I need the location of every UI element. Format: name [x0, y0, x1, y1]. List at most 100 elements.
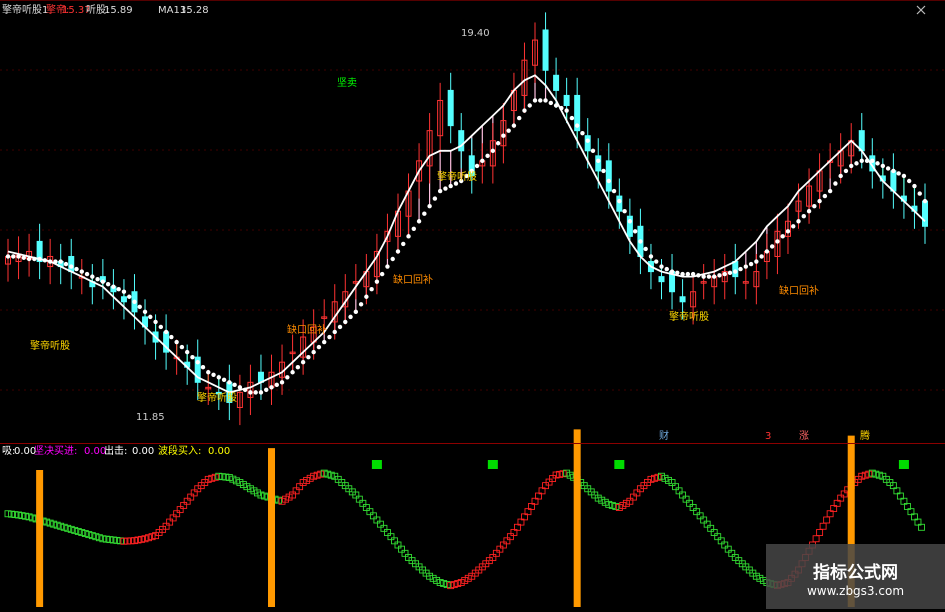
dotted-line-point: [617, 198, 622, 204]
dotted-line-point: [643, 246, 648, 252]
oscillator-step: [496, 545, 504, 553]
dotted-line-point: [733, 269, 738, 274]
dotted-line-point: [116, 287, 121, 292]
oscillator-step: [549, 475, 557, 482]
oscillator-step: [566, 471, 574, 479]
dotted-line-point: [701, 274, 706, 279]
dotted-line-point: [791, 224, 796, 229]
dotted-line-point: [158, 324, 164, 330]
oscillator-step: [239, 481, 247, 489]
candle-body: [584, 135, 591, 152]
oscillator-step: [816, 529, 824, 536]
oscillator-step: [289, 491, 297, 499]
dotted-line-point: [416, 219, 422, 224]
sub-value: 0.00: [208, 446, 231, 457]
dotted-line-point: [427, 203, 432, 209]
sub-value: 0.00: [84, 446, 107, 457]
dotted-line-point: [638, 239, 643, 244]
marker-label: 涨: [799, 431, 809, 442]
signal-square: [614, 460, 625, 469]
dotted-line-point: [838, 173, 843, 179]
dotted-line-point: [353, 309, 359, 315]
dotted-line-point: [37, 256, 42, 262]
dotted-line-point: [279, 380, 285, 385]
oscillator-step: [506, 533, 514, 541]
dotted-line-point: [748, 261, 754, 267]
dotted-line-point: [854, 161, 859, 166]
dotted-line-point: [812, 203, 817, 209]
dotted-line-point: [922, 198, 928, 204]
dotted-line-point: [511, 123, 517, 128]
dotted-line-point: [179, 344, 185, 350]
dotted-line-point: [775, 239, 780, 244]
dotted-line-point: [627, 219, 633, 224]
oscillator-step: [169, 514, 177, 522]
dotted-line-point: [501, 133, 506, 138]
dotted-line-point: [564, 108, 569, 113]
oscillator-step: [173, 510, 181, 518]
dotted-line-point: [696, 273, 701, 278]
dotted-line-point: [237, 385, 243, 390]
oscillator-step: [717, 537, 725, 545]
oscillator-step: [218, 473, 226, 481]
dotted-line-point: [174, 339, 179, 345]
oscillator-step: [127, 537, 135, 545]
oscillator-step: [714, 533, 722, 541]
candle-body: [922, 200, 928, 227]
dotted-line-point: [385, 264, 390, 269]
oscillator-step: [503, 537, 511, 545]
dotted-line-point: [685, 271, 691, 277]
dotted-line-point: [348, 314, 353, 320]
oscillator-step: [626, 497, 634, 505]
oscillator-step: [11, 511, 19, 519]
dotted-line-point: [406, 234, 411, 239]
dotted-line-point: [580, 130, 585, 136]
dotted-line-point: [675, 270, 680, 276]
close-icon[interactable]: [916, 5, 926, 15]
dotted-line-point: [833, 181, 838, 186]
oscillator-step: [675, 487, 683, 495]
dotted-line-point: [743, 264, 749, 269]
oscillator-step: [236, 479, 244, 486]
high-price-label: 19.40: [461, 28, 490, 39]
watermark-title: 指标公式网: [813, 563, 898, 583]
candle-body: [858, 130, 865, 152]
dotted-line-point: [722, 271, 727, 277]
dotted-line-point: [200, 365, 206, 370]
signal-label: 擎帝听股: [197, 393, 237, 404]
oscillator-step: [362, 504, 370, 511]
oscillator-step: [120, 537, 128, 545]
dotted-line-point: [849, 163, 854, 169]
oscillator-step: [373, 516, 381, 524]
oscillator-step: [696, 512, 704, 520]
signal-label: 擎帝听股: [669, 312, 709, 323]
candle-body: [447, 89, 454, 127]
candle-body: [616, 195, 623, 212]
dotted-line-point: [901, 173, 907, 179]
oscillator-step: [693, 508, 701, 516]
panel-divider: [0, 443, 945, 444]
dotted-line-point: [827, 188, 833, 194]
dotted-line-point: [248, 390, 253, 395]
signal-square: [487, 460, 498, 469]
oscillator-step: [682, 495, 690, 503]
oscillator-step: [398, 545, 405, 553]
oscillator-step: [429, 574, 437, 582]
dotted-line-point: [142, 309, 148, 315]
oscillator-step: [840, 490, 848, 498]
oscillator-step: [700, 516, 708, 524]
dotted-line-point: [53, 259, 58, 264]
oscillator-step: [689, 504, 697, 511]
dotted-line-point: [664, 266, 669, 272]
dotted-line-point: [896, 171, 901, 176]
watermark-url: www.zbgs3.com: [806, 584, 905, 598]
signal-label: 坚卖: [337, 78, 357, 89]
signal-label: 擎帝听股: [30, 341, 70, 352]
dotted-line-point: [74, 266, 79, 272]
dotted-line-point: [885, 166, 891, 171]
oscillator-step: [394, 541, 402, 549]
dotted-line-point: [137, 304, 142, 310]
dotted-line-point: [232, 382, 237, 388]
watermark: 指标公式网 www.zbgs3.com: [766, 544, 945, 609]
dotted-line-point: [258, 390, 264, 395]
